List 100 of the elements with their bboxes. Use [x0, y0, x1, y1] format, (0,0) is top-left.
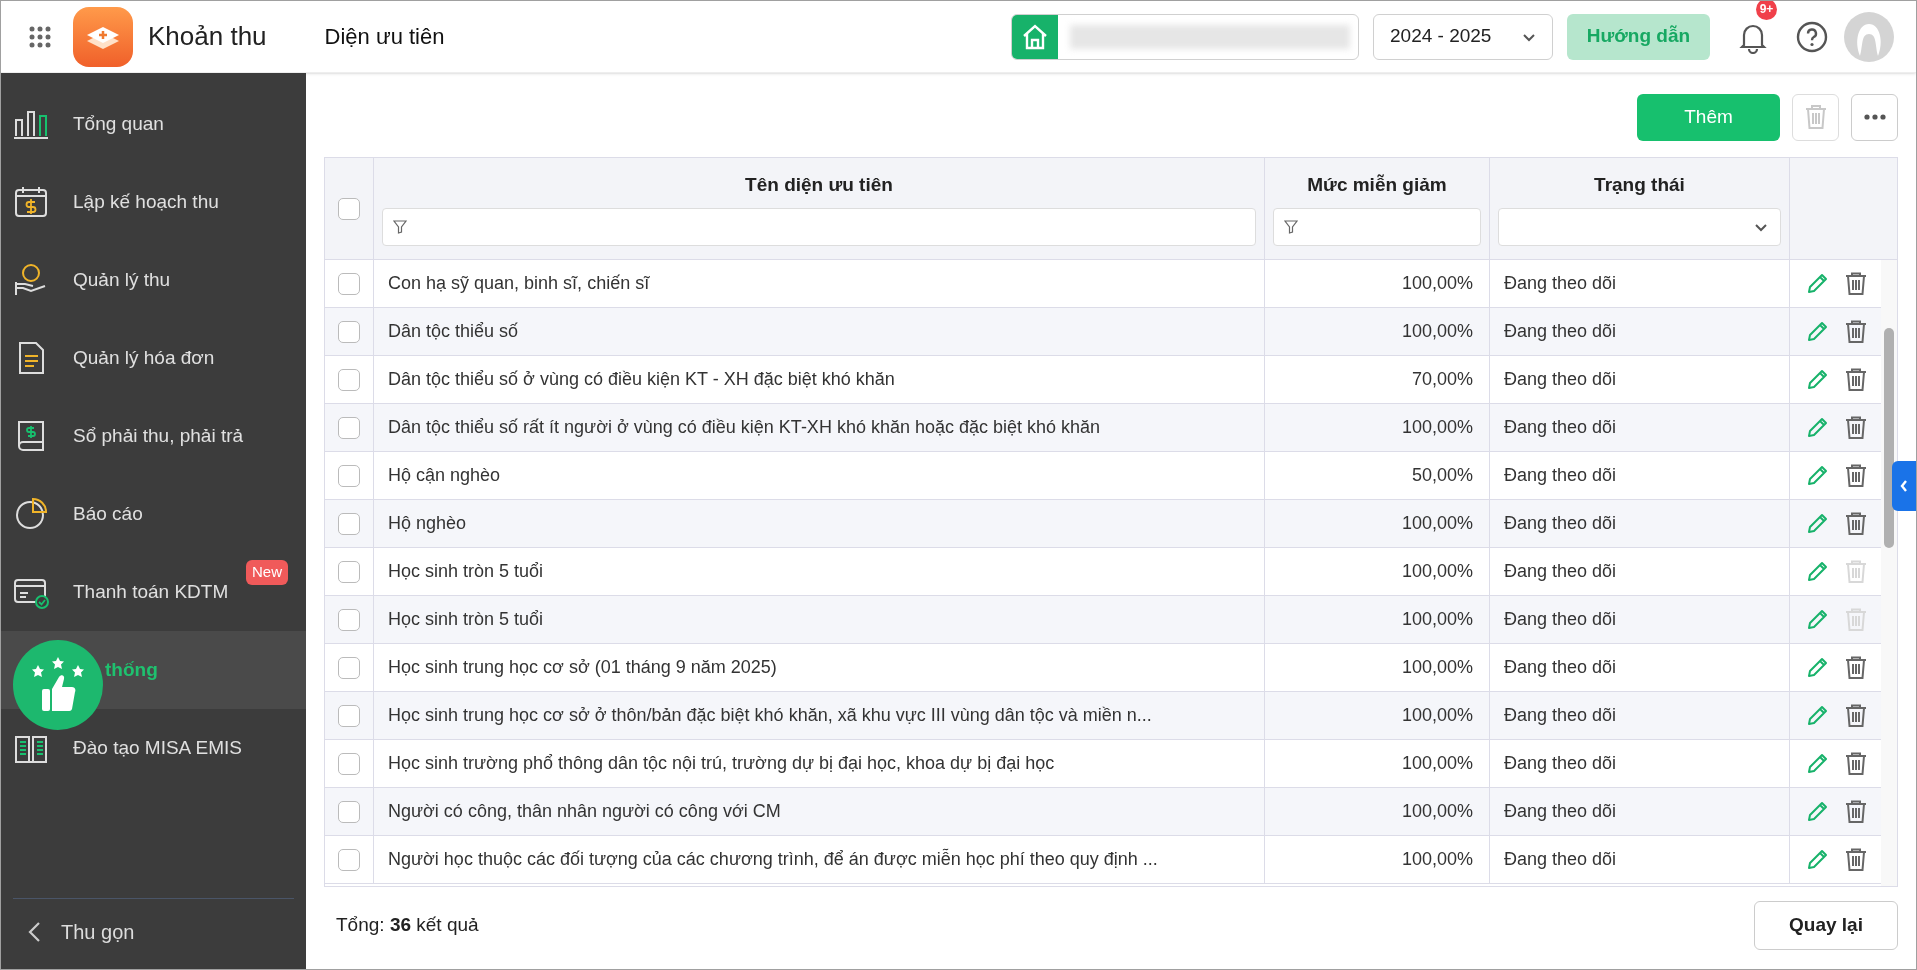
table-cell-text: 100,00% [1401, 320, 1473, 343]
column-header: Mức miễn giảm [1306, 173, 1448, 198]
filter-field[interactable] [382, 207, 1256, 246]
table-cell-text: Dân tộc thiểu số rất ít người ở vùng có điều kiện KT-XH khó khăn hoặc đặc biệt khó khăn [388, 416, 1101, 439]
table-cell-text: Người học thuộc các đối tượng của các chương trình, để án được miễn học phí theo quy định ... [388, 847, 1158, 871]
table-cell-text: Đang theo dõi [1504, 704, 1617, 727]
row-checkbox[interactable] [338, 848, 360, 871]
sidebar-item[interactable]: Tổng quan [73, 109, 164, 139]
select-all-checkbox[interactable] [338, 197, 360, 220]
sidebar-item[interactable]: Thanh toán KDTM [73, 577, 229, 607]
table-cell-text: 100,00% [1401, 272, 1473, 295]
table-cell-text: Đang theo dõi [1504, 416, 1617, 439]
more-icon [1863, 114, 1886, 120]
table-cell-text: Học sinh trung học cơ sở (01 tháng 9 năm 2025) [388, 656, 777, 679]
back-button[interactable]: Quay lại [1754, 901, 1898, 950]
trash-icon[interactable] [1844, 463, 1867, 488]
table-cell-text: 70,00% [1411, 368, 1473, 391]
filter-field[interactable] [1273, 207, 1481, 246]
table-cell-text: Hộ nghèo [388, 512, 467, 535]
sidebar-item[interactable]: Quản lý thu [73, 265, 171, 295]
row-checkbox[interactable] [338, 656, 360, 679]
table-cell-text: Dân tộc thiểu số [388, 320, 519, 343]
table-cell-text: 100,00% [1401, 608, 1473, 631]
trash-icon [1803, 104, 1828, 130]
trash-icon[interactable] [1844, 271, 1867, 296]
table-cell-text: 100,00% [1401, 752, 1473, 775]
row-checkbox[interactable] [338, 800, 360, 823]
school-year-select[interactable]: 2024 - 2025 [1373, 13, 1553, 60]
row-checkbox[interactable] [338, 512, 360, 535]
row-checkbox[interactable] [338, 464, 360, 487]
row-checkbox[interactable] [338, 272, 360, 295]
more-options-button[interactable] [1851, 93, 1898, 141]
table-cell-text: Con hạ sỹ quan, binh sĩ, chiến sĩ [388, 272, 650, 295]
sidebar-item[interactable]: thống [105, 655, 158, 685]
table-cell-text: Học sinh trung học cơ sở ở thôn/bản đặc biệt khó khăn, xã khu vực III vùng dân tộc và miền n... [388, 704, 1152, 727]
table-cell-text: 100,00% [1401, 512, 1473, 535]
row-checkbox[interactable] [338, 608, 360, 631]
side-panel-toggle[interactable] [1892, 461, 1916, 511]
scrollbar-thumb[interactable] [1884, 328, 1894, 548]
table-cell-text: Đang theo dõi [1504, 512, 1617, 535]
trash-icon[interactable] [1844, 751, 1867, 776]
total-count-text: Tổng: 36 kết quả [335, 913, 479, 938]
page-title: Diện ưu tiên [324, 23, 445, 51]
trash-icon[interactable] [1844, 703, 1867, 728]
table-cell-text: Người có công, thân nhân người có công với CM [388, 800, 781, 823]
table-cell-text: Đang theo dõi [1504, 320, 1617, 343]
sidebar-item[interactable]: Quản lý hóa đơn [73, 343, 215, 373]
filter-icon [393, 219, 407, 234]
app-logo-icon [73, 6, 133, 67]
sidebar-item[interactable]: Báo cáo [73, 499, 143, 529]
column-header: Tên diện ưu tiên [744, 173, 894, 198]
chevron-left-icon [1900, 480, 1908, 492]
table-cell-text: Đang theo dõi [1504, 560, 1617, 583]
avatar-icon[interactable] [1844, 11, 1894, 62]
row-checkbox[interactable] [338, 752, 360, 775]
app-grid-icon[interactable] [28, 24, 52, 49]
table-cell-text: Đang theo dõi [1504, 368, 1617, 391]
sidebar-item[interactable]: Đào tạo MISA EMIS [73, 733, 242, 763]
chevron-left-icon [27, 921, 41, 943]
table-cell-text: Đang theo dõi [1504, 752, 1617, 775]
table-cell-text: 100,00% [1401, 560, 1473, 583]
sidebar-item[interactable]: Sổ phải thu, phải trả [73, 421, 244, 451]
filter-icon [1284, 219, 1298, 234]
table-cell-text: 100,00% [1401, 800, 1473, 823]
help-icon[interactable] [1796, 20, 1828, 53]
row-checkbox[interactable] [338, 560, 360, 583]
row-checkbox[interactable] [338, 416, 360, 439]
table-cell-text: Đang theo dõi [1504, 464, 1617, 487]
table-cell-text: Học sinh tròn 5 tuổi [388, 560, 544, 583]
delete-button[interactable] [1792, 93, 1839, 141]
home-icon [1012, 14, 1058, 59]
trash-icon[interactable] [1844, 415, 1867, 440]
trash-icon[interactable] [1844, 655, 1867, 680]
new-badge: New [246, 560, 288, 585]
trash-icon[interactable] [1844, 799, 1867, 824]
column-header: Trạng thái [1593, 173, 1686, 198]
table-cell-text: Dân tộc thiểu số ở vùng có điều kiện KT - XH đặc biệt khó khăn [388, 368, 895, 391]
table-cell-text: Đang theo dõi [1504, 800, 1617, 823]
row-checkbox[interactable] [338, 320, 360, 343]
school-field[interactable] [1011, 13, 1359, 60]
table-cell-text: Đang theo dõi [1504, 848, 1617, 871]
table-cell-text: 50,00% [1411, 464, 1473, 487]
trash-icon[interactable] [1844, 367, 1867, 392]
pie-chart-icon [13, 496, 49, 532]
trash-icon[interactable] [1844, 847, 1867, 872]
table-cell-text: 100,00% [1401, 656, 1473, 679]
table-cell-text: Học sinh trường phổ thông dân tộc nội trú, trường dự bị đại học, khoa dự bị đại học [388, 752, 1055, 775]
sidebar-item[interactable]: Lập kế hoạch thu [73, 187, 219, 217]
row-checkbox[interactable] [338, 704, 360, 727]
table-cell-text: 100,00% [1401, 848, 1473, 871]
row-checkbox[interactable] [338, 368, 360, 391]
status-filter-select[interactable] [1498, 207, 1781, 246]
table-cell-text: Học sinh tròn 5 tuổi [388, 608, 544, 631]
table-cell-text: 100,00% [1401, 416, 1473, 439]
trash-icon[interactable] [1844, 319, 1867, 344]
collapse-sidebar-button[interactable]: Thu gọn [1, 899, 306, 965]
table-cell-text: Đang theo dõi [1504, 608, 1617, 631]
table-cell-text: 100,00% [1401, 704, 1473, 727]
table-cell-text: Đang theo dõi [1504, 656, 1617, 679]
trash-icon[interactable] [1844, 511, 1867, 536]
